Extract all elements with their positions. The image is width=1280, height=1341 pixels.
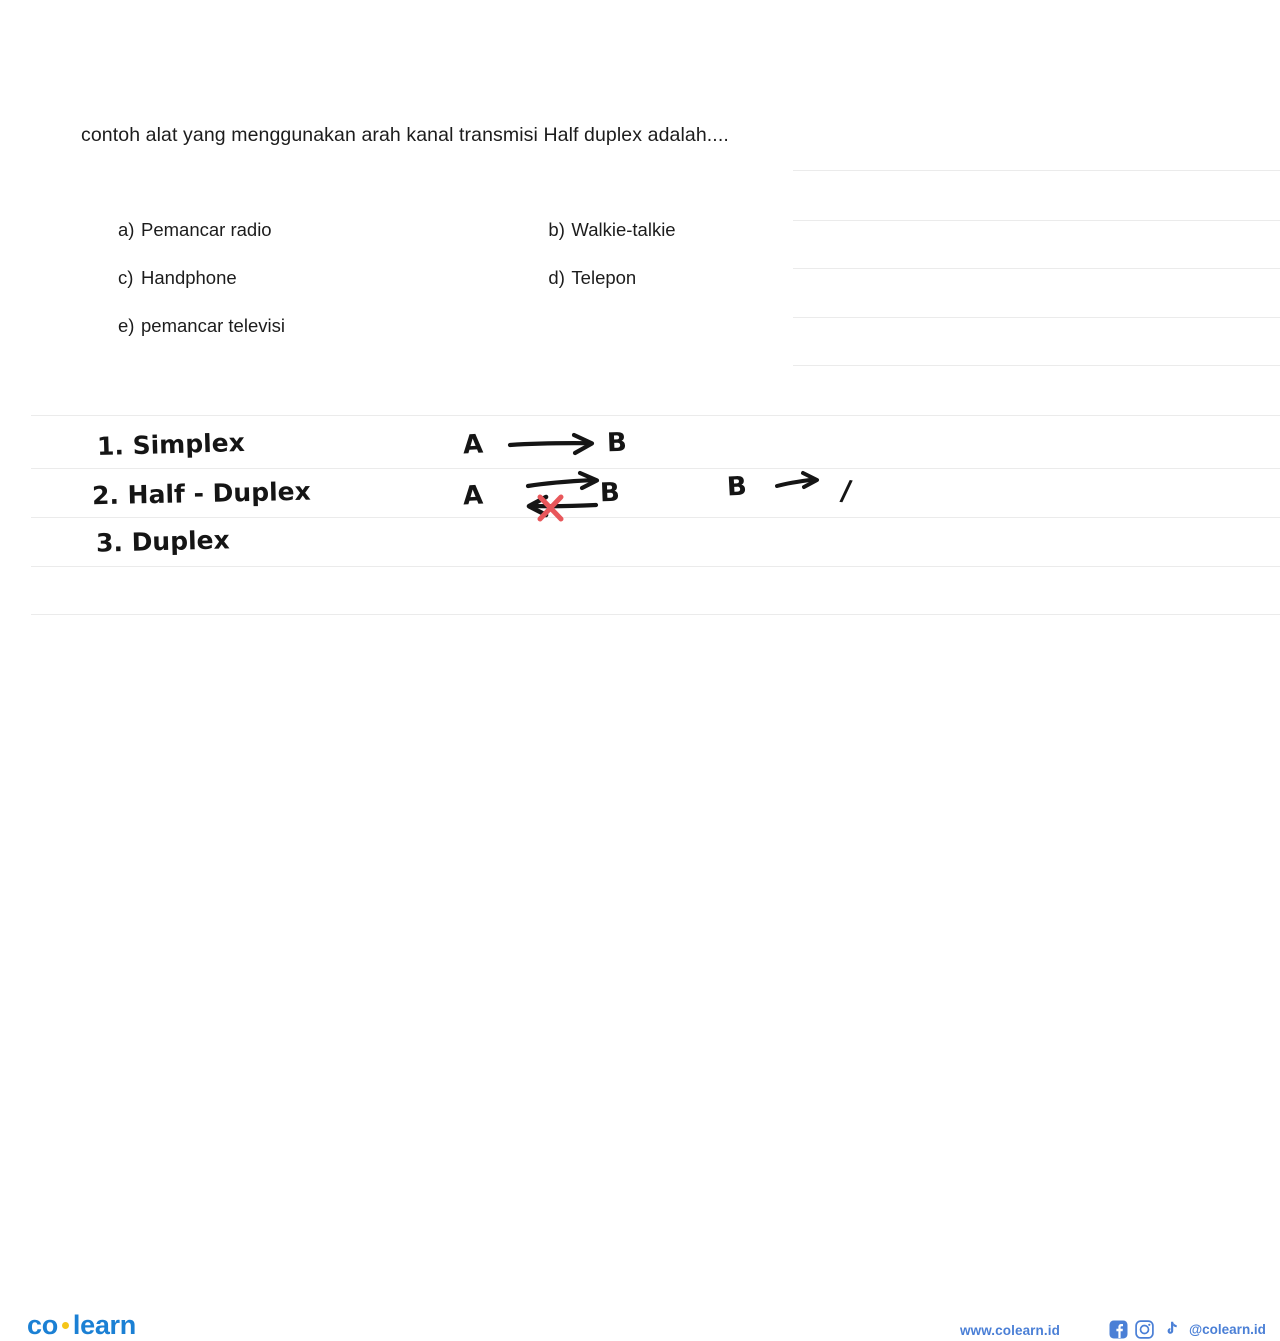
option-b-letter: b): [548, 219, 565, 240]
facebook-icon[interactable]: [1109, 1320, 1128, 1339]
social-handle: @colearn.id: [1189, 1322, 1266, 1337]
rule-line: [793, 317, 1280, 318]
option-c-label: Handphone: [141, 267, 237, 288]
handwritten-node-b-note: B: [726, 471, 748, 503]
logo-dot-icon: [61, 1322, 69, 1329]
rule-line: [31, 517, 1280, 518]
rule-line: [793, 268, 1280, 269]
rule-line: [31, 468, 1280, 469]
rule-line: [793, 170, 1280, 171]
arrow-right-icon-note: [775, 471, 819, 489]
question-text: contoh alat yang menggunakan arah kanal …: [81, 124, 729, 146]
option-row: e) pemancar televisi: [81, 302, 741, 350]
option-e-label: pemancar televisi: [141, 315, 285, 336]
instagram-icon[interactable]: [1135, 1320, 1154, 1339]
answer-options: a) Pemancar radio b) Walkie-talkie c) Ha…: [81, 206, 741, 350]
handwritten-item-duplex: 3. Duplex: [95, 525, 231, 558]
rule-line: [31, 415, 1280, 416]
option-c-letter: c): [118, 267, 134, 288]
option-e-letter: e): [118, 315, 135, 336]
option-b[interactable]: b) Walkie-talkie: [548, 219, 741, 241]
logo-text-co: co: [27, 1310, 58, 1340]
logo-text-learn: learn: [72, 1310, 136, 1340]
question-block: contoh alat yang menggunakan arah kanal …: [81, 116, 741, 155]
option-a[interactable]: a) Pemancar radio: [81, 219, 548, 241]
option-d-letter: d): [548, 267, 565, 288]
option-row: c) Handphone d) Telepon: [81, 254, 741, 302]
option-c[interactable]: c) Handphone: [81, 267, 548, 289]
handwritten-node-a-simplex: A: [462, 429, 484, 461]
tiktok-icon[interactable]: [1161, 1320, 1180, 1339]
arrow-right-icon-halfduplex: [525, 470, 600, 491]
option-d[interactable]: d) Telepon: [548, 267, 741, 289]
handwritten-node-b-simplex: B: [606, 427, 628, 459]
footer-website-url[interactable]: www.colearn.id: [960, 1323, 1060, 1338]
handwritten-stroke-note: /: [838, 473, 854, 508]
rule-line: [31, 614, 1280, 615]
social-links: @colearn.id: [1109, 1320, 1266, 1339]
arrow-right-icon-simplex: [507, 432, 595, 456]
rule-line: [31, 566, 1280, 567]
handwritten-item-half-duplex: 2. Half - Duplex: [91, 476, 311, 511]
handwritten-node-a-halfduplex: A: [462, 480, 484, 512]
option-a-letter: a): [118, 219, 135, 240]
option-e[interactable]: e) pemancar televisi: [81, 315, 548, 337]
rule-line: [793, 365, 1280, 366]
option-a-label: Pemancar radio: [141, 219, 272, 240]
red-cross-icon: [537, 494, 564, 522]
option-b-label: Walkie-talkie: [571, 219, 676, 240]
option-row: a) Pemancar radio b) Walkie-talkie: [81, 206, 741, 254]
rule-line: [793, 220, 1280, 221]
handwritten-item-simplex: 1. Simplex: [96, 427, 246, 462]
option-d-label: Telepon: [571, 267, 637, 288]
footer: co learn www.colearn.id @colearn.id: [0, 650, 1280, 1340]
colearn-logo: co learn: [27, 1310, 136, 1341]
